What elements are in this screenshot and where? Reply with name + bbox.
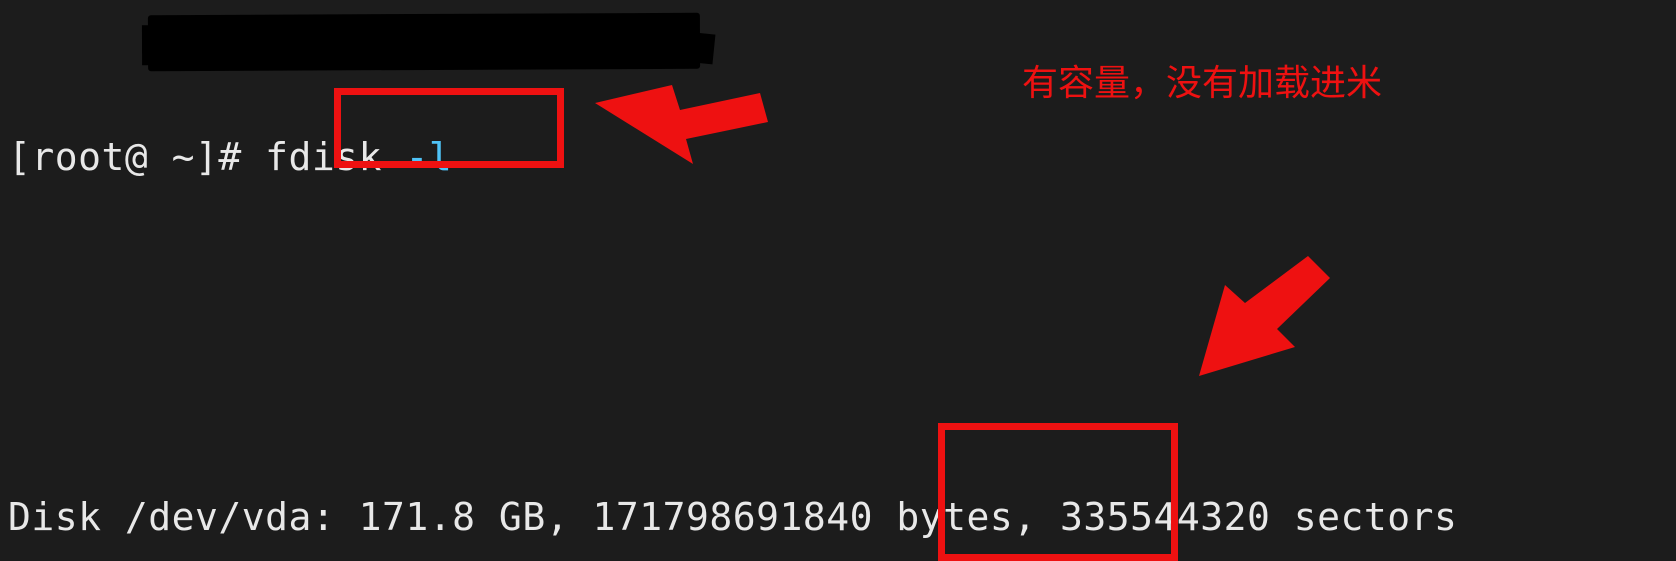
hostname-redaction-bar — [147, 12, 701, 72]
prompt-suffix: ~]# — [148, 135, 266, 179]
terminal-screenshot: [root@ ~]# fdisk -l Disk /dev/vda: 171.8… — [0, 0, 1676, 561]
prompt-prefix: [root@ — [8, 135, 149, 179]
prompt-line: [root@ ~]# fdisk -l — [8, 135, 1676, 180]
command-argument: -l — [405, 135, 453, 179]
command-name: fdisk — [265, 135, 383, 179]
terminal-output: [root@ ~]# fdisk -l Disk /dev/vda: 171.8… — [8, 0, 1676, 561]
output-line-disk: Disk /dev/vda: 171.8 GB, 171798691840 by… — [8, 495, 1458, 539]
